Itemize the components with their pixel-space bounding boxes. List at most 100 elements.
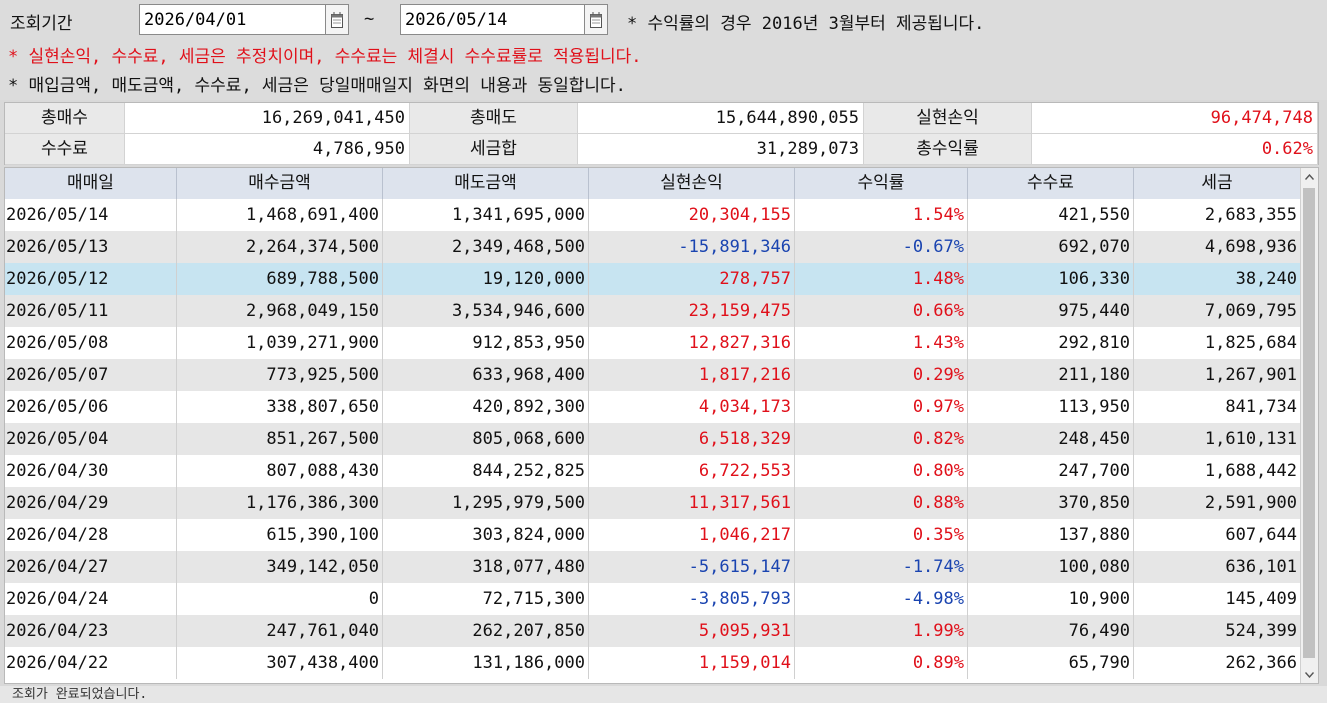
cell-tax: 607,644 xyxy=(1134,519,1301,551)
end-date-calendar-button[interactable] xyxy=(584,5,607,34)
grid-header: 매매일 매수금액 매도금액 실현손익 수익률 수수료 세금 xyxy=(5,168,1301,200)
calendar-icon xyxy=(590,11,602,28)
column-header-fee[interactable]: 수수료 xyxy=(968,168,1134,199)
cell-buy-amount: 0 xyxy=(177,583,383,615)
table-row[interactable]: 2026/05/07 773,925,500 633,968,400 1,817,21… xyxy=(5,359,1301,391)
summary-row: 총매수 16,269,041,450 총매도 15,644,890,055 실현… xyxy=(5,103,1318,134)
calendar-icon xyxy=(331,11,343,28)
cell-realized-pnl: 278,757 xyxy=(589,263,795,295)
fee-label: 수수료 xyxy=(5,134,125,165)
cell-fee: 692,070 xyxy=(968,231,1134,263)
end-date-field[interactable] xyxy=(400,4,608,35)
cell-return-rate: -1.74% xyxy=(795,551,968,583)
cell-buy-amount: 349,142,050 xyxy=(177,551,383,583)
cell-return-rate: 1.54% xyxy=(795,199,968,231)
table-row[interactable]: 2026/04/27 349,142,050 318,077,480 -5,615,1… xyxy=(5,551,1301,583)
cell-return-rate: 0.35% xyxy=(795,519,968,551)
status-message: 조회가 완료되었습니다. xyxy=(12,687,148,702)
table-row[interactable]: 2026/05/08 1,039,271,900 912,853,950 12,827… xyxy=(5,327,1301,359)
cell-tax: 524,399 xyxy=(1134,615,1301,647)
status-bar: 조회가 완료되었습니다. xyxy=(0,686,1327,703)
cell-return-rate: 0.66% xyxy=(795,295,968,327)
cell-fee: 65,790 xyxy=(968,647,1134,679)
realized-pnl-value: 96,474,748 xyxy=(1032,103,1318,134)
cell-tax: 2,591,900 xyxy=(1134,487,1301,519)
cell-buy-amount: 615,390,100 xyxy=(177,519,383,551)
table-row[interactable]: 2026/05/06 338,807,650 420,892,300 4,034,17… xyxy=(5,391,1301,423)
table-row[interactable]: 2026/04/30 807,088,430 844,252,825 6,722,55… xyxy=(5,455,1301,487)
cell-fee: 370,850 xyxy=(968,487,1134,519)
cell-trade-date: 2026/05/13 xyxy=(5,231,177,263)
summary-row: 수수료 4,786,950 세금합 31,289,073 총수익률 0.62% xyxy=(5,134,1318,165)
table-row[interactable]: 2026/04/28 615,390,100 303,824,000 1,046,21… xyxy=(5,519,1301,551)
cell-return-rate: -0.67% xyxy=(795,231,968,263)
cell-realized-pnl: 6,518,329 xyxy=(589,423,795,455)
cell-fee: 100,080 xyxy=(968,551,1134,583)
column-header-buy-amount[interactable]: 매수금액 xyxy=(177,168,383,199)
cell-realized-pnl: 12,827,316 xyxy=(589,327,795,359)
cell-realized-pnl: -3,805,793 xyxy=(589,583,795,615)
vertical-scrollbar[interactable] xyxy=(1300,168,1318,683)
cell-return-rate: 0.82% xyxy=(795,423,968,455)
cell-fee: 247,700 xyxy=(968,455,1134,487)
cell-tax: 1,610,131 xyxy=(1134,423,1301,455)
cell-return-rate: 1.48% xyxy=(795,263,968,295)
start-date-field[interactable] xyxy=(139,4,349,35)
fee-value: 4,786,950 xyxy=(125,134,410,165)
cell-fee: 106,330 xyxy=(968,263,1134,295)
cell-trade-date: 2026/04/22 xyxy=(5,647,177,679)
column-header-realized-pnl[interactable]: 실현손익 xyxy=(589,168,795,199)
table-row[interactable]: 2026/05/13 2,264,374,500 2,349,468,500 -15,… xyxy=(5,231,1301,263)
cell-buy-amount: 1,176,386,300 xyxy=(177,487,383,519)
period-label: 조회기간 xyxy=(10,14,73,34)
column-header-sell-amount[interactable]: 매도금액 xyxy=(383,168,589,199)
start-date-input[interactable] xyxy=(140,5,328,34)
table-row[interactable]: 2026/04/23 247,761,040 262,207,850 5,095,93… xyxy=(5,615,1301,647)
total-return-value: 0.62% xyxy=(1032,134,1318,165)
table-row[interactable]: 2026/04/22 307,438,400 131,186,000 1,159,01… xyxy=(5,647,1301,679)
cell-fee: 292,810 xyxy=(968,327,1134,359)
date-range-tilde: ~ xyxy=(364,9,375,29)
table-row[interactable]: 2026/05/12 689,788,500 19,120,000 278,757 1.… xyxy=(5,263,1301,295)
scroll-up-button[interactable] xyxy=(1301,168,1318,185)
table-row[interactable]: 2026/04/24 0 72,715,300 -3,805,793 -4.98% 10,… xyxy=(5,583,1301,615)
cell-trade-date: 2026/05/08 xyxy=(5,327,177,359)
table-row[interactable]: 2026/05/04 851,267,500 805,068,600 6,518,32… xyxy=(5,423,1301,455)
cell-buy-amount: 851,267,500 xyxy=(177,423,383,455)
cell-sell-amount: 19,120,000 xyxy=(383,263,589,295)
table-row[interactable]: 2026/05/14 1,468,691,400 1,341,695,000 20,3… xyxy=(5,199,1301,231)
scroll-thumb[interactable] xyxy=(1303,188,1315,658)
cell-buy-amount: 247,761,040 xyxy=(177,615,383,647)
chevron-down-icon xyxy=(1305,671,1314,678)
trade-history-grid[interactable]: 매매일 매수금액 매도금액 실현손익 수익률 수수료 세금 2026/05/14 1,468,… xyxy=(4,167,1319,684)
cell-fee: 248,450 xyxy=(968,423,1134,455)
cell-return-rate: -4.98% xyxy=(795,583,968,615)
summary-table: 총매수 16,269,041,450 총매도 15,644,890,055 실현… xyxy=(4,102,1319,165)
cell-tax: 145,409 xyxy=(1134,583,1301,615)
cell-trade-date: 2026/04/30 xyxy=(5,455,177,487)
cell-trade-date: 2026/05/07 xyxy=(5,359,177,391)
cell-buy-amount: 773,925,500 xyxy=(177,359,383,391)
cell-sell-amount: 912,853,950 xyxy=(383,327,589,359)
table-row[interactable]: 2026/04/29 1,176,386,300 1,295,979,500 11,3… xyxy=(5,487,1301,519)
scroll-down-button[interactable] xyxy=(1301,666,1318,683)
cell-realized-pnl: 20,304,155 xyxy=(589,199,795,231)
tax-total-label: 세금합 xyxy=(410,134,578,165)
cell-tax: 2,683,355 xyxy=(1134,199,1301,231)
cell-realized-pnl: 1,817,216 xyxy=(589,359,795,391)
cell-tax: 1,267,901 xyxy=(1134,359,1301,391)
cell-sell-amount: 131,186,000 xyxy=(383,647,589,679)
cell-trade-date: 2026/04/23 xyxy=(5,615,177,647)
column-header-tax[interactable]: 세금 xyxy=(1134,168,1301,199)
cell-buy-amount: 307,438,400 xyxy=(177,647,383,679)
table-row[interactable]: 2026/05/11 2,968,049,150 3,534,946,600 23,1… xyxy=(5,295,1301,327)
column-header-trade-date[interactable]: 매매일 xyxy=(5,168,177,199)
cell-realized-pnl: -5,615,147 xyxy=(589,551,795,583)
start-date-calendar-button[interactable] xyxy=(325,5,348,34)
column-header-return-rate[interactable]: 수익률 xyxy=(795,168,968,199)
cell-return-rate: 0.97% xyxy=(795,391,968,423)
cell-realized-pnl: 1,046,217 xyxy=(589,519,795,551)
end-date-input[interactable] xyxy=(401,5,589,34)
cell-trade-date: 2026/05/12 xyxy=(5,263,177,295)
chevron-up-icon xyxy=(1305,173,1314,180)
